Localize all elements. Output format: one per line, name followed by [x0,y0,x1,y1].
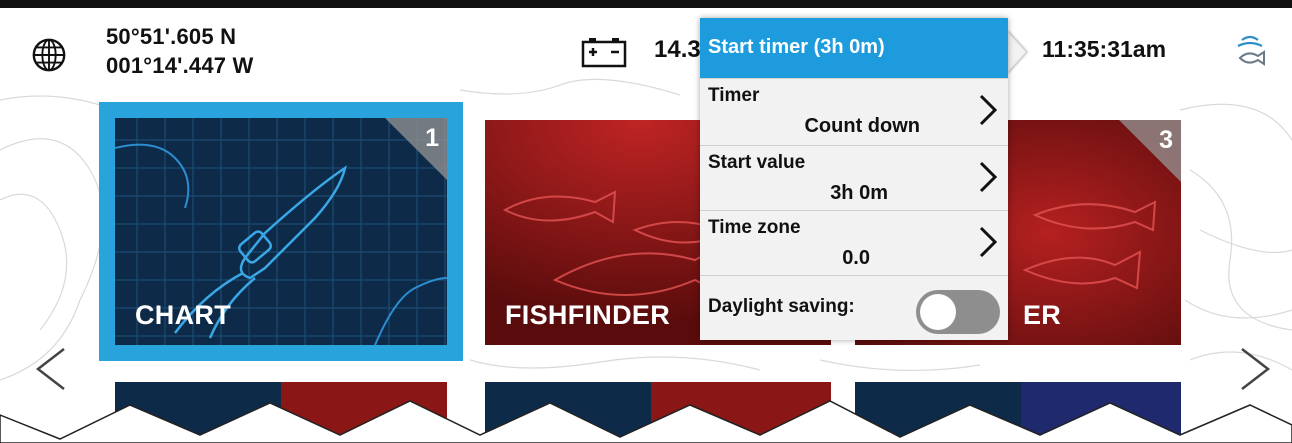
app-tile-chart[interactable]: 1 CHART [115,118,447,345]
toggle-knob [920,294,956,330]
menu-item-timer[interactable]: Timer Count down [700,78,1008,143]
voltage-readout: 14.3 [654,36,701,63]
longitude-text: 001°14'.447 W [106,53,254,78]
start-value-value: 3h 0m [830,182,888,204]
globe-icon[interactable] [30,36,68,74]
start-timer-label: Start timer (3h 0m) [708,36,885,58]
battery-icon [581,38,627,68]
tile-label-fishfinder: FISHFINDER [505,300,670,330]
tile-number: 1 [425,124,439,152]
time-zone-label: Time zone [708,217,801,238]
tile-label-chart: CHART [135,300,231,330]
position-readout[interactable]: 50°51'.605 N 001°14'.447 W [106,22,254,80]
time-zone-value: 0.0 [842,247,870,269]
daylight-saving-toggle[interactable] [916,290,1000,334]
top-border [0,0,1292,8]
timer-popup-menu: Start timer (3h 0m) Timer Count down Sta… [700,18,1008,340]
status-bar: 50°51'.605 N 001°14'.447 W 14.3 11:35:31… [0,8,1292,80]
daylight-saving-label: Daylight saving: [708,296,855,317]
torn-edge [0,400,1292,443]
menu-item-time-zone[interactable]: Time zone 0.0 [700,210,1008,275]
chevron-right-icon [979,226,998,258]
start-timer-button[interactable]: Start timer (3h 0m) [700,18,1008,78]
chevron-right-icon [979,94,998,126]
chevron-left-icon[interactable] [30,345,70,393]
fish-icon[interactable] [1230,32,1270,72]
tile-label-3: ER [1023,300,1062,330]
home-screen: 50°51'.605 N 001°14'.447 W 14.3 11:35:31… [0,0,1292,443]
timer-label: Timer [708,85,760,106]
chevron-right-icon [979,161,998,193]
time-readout[interactable]: 11:35:31am [1042,36,1166,63]
popup-pointer [1006,30,1026,74]
menu-item-daylight-saving: Daylight saving: [700,275,1008,341]
chevron-right-icon[interactable] [1236,345,1276,393]
tile-number: 3 [1159,126,1173,154]
menu-item-start-value[interactable]: Start value 3h 0m [700,145,1008,210]
timer-value: Count down [804,115,920,137]
start-value-label: Start value [708,152,806,173]
latitude-text: 50°51'.605 N [106,24,237,49]
